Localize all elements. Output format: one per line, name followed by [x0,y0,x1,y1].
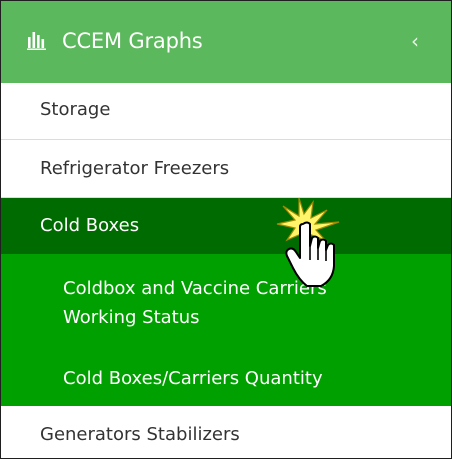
sidebar-header-ccem-graphs[interactable]: CCEM Graphs ‹ [1,1,451,83]
hand-pointer-cursor-icon [276,197,340,287]
submenu-item-label-line1: Coldbox and Vaccine Carriers [63,278,327,299]
bar-chart-icon [27,32,46,50]
submenu-item-label-line2: Working Status [63,307,200,328]
chevron-left-icon[interactable]: ‹ [411,28,419,54]
sidebar-item-storage[interactable]: Storage [1,83,451,140]
sidebar-item-refrigerator-freezers[interactable]: Refrigerator Freezers [1,140,451,198]
sidebar-item-cold-boxes[interactable]: Cold Boxes [1,198,451,254]
sidebar-item-generators-stabilizers[interactable]: Generators Stabilizers [1,406,451,458]
submenu-item-cold-boxes-carriers-quantity[interactable]: Cold Boxes/Carriers Quantity [1,351,451,406]
sidebar-menu: CCEM Graphs ‹ Storage Refrigerator Freez… [0,0,452,459]
submenu-item-coldbox-working-status[interactable]: Coldbox and Vaccine Carriers Working Sta… [1,254,451,351]
sidebar-header-title: CCEM Graphs [62,29,203,53]
